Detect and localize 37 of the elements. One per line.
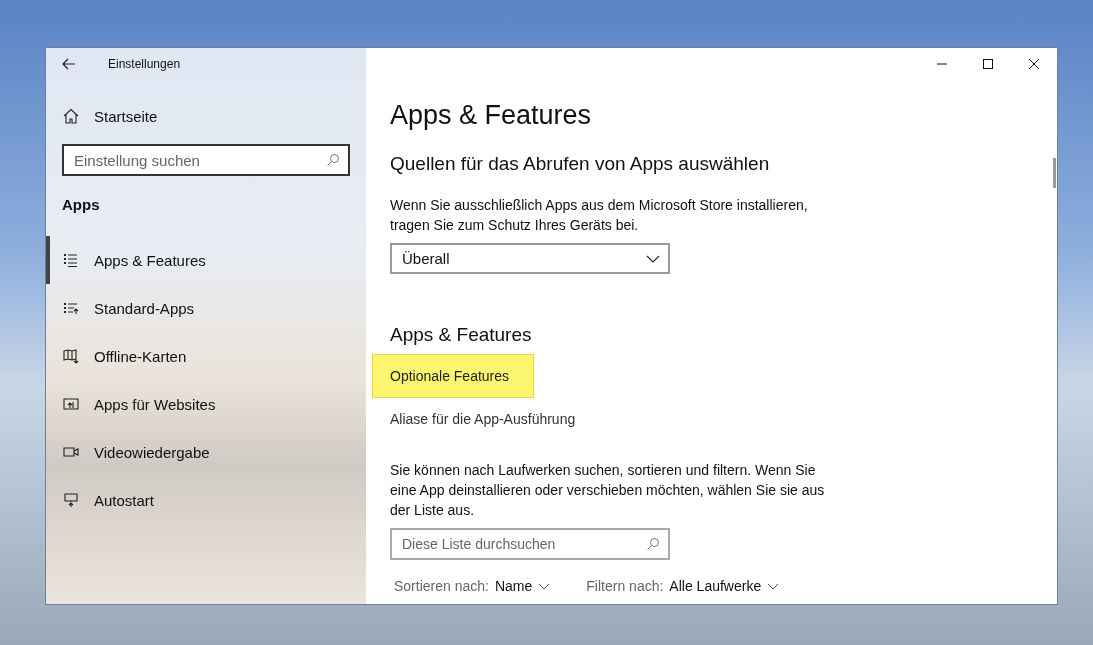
chevron-down-icon [538, 582, 551, 590]
description-text: Wenn Sie ausschließlich Apps aus dem Microsoft Store installieren, tragen Sie zum Schutz Ihres Geräts bei. [390, 196, 809, 235]
back-arrow-icon [62, 58, 76, 70]
page-title: Apps & Features [390, 100, 593, 131]
video-camera-icon [63, 444, 79, 460]
map-icon [63, 348, 79, 364]
sort-filter-dropdown[interactable]: Filtern nach: Alle Laufwerke [582, 574, 784, 598]
maximize-icon [983, 59, 993, 69]
nav-item[interactable]: Apps für Websites [46, 380, 366, 428]
nav-item[interactable]: Apps & Features [46, 236, 366, 284]
scrollbar-thumb[interactable] [1053, 158, 1056, 188]
search-icon [646, 537, 660, 551]
window-title: Einstellungen [108, 57, 181, 71]
search-field[interactable]: Einstellung suchen [62, 144, 350, 176]
settings-link[interactable]: Optionale Features [390, 368, 510, 384]
search-field[interactable]: Diese Liste durchsuchen [390, 528, 670, 560]
home-link[interactable]: Startseite [63, 104, 158, 128]
chevron-down-icon [767, 582, 780, 590]
nav-item[interactable]: Autostart [46, 476, 366, 524]
section-heading: Apps [62, 196, 100, 213]
sort-filter-dropdown[interactable]: Sortieren nach: Name [390, 574, 555, 598]
monitor-arrow-icon [63, 492, 79, 508]
settings-link[interactable]: Aliase für die App-Ausführung [390, 411, 576, 427]
section-heading: Quellen für das Abrufen von Apps auswählen [390, 153, 770, 175]
section-heading: Apps & Features [390, 324, 532, 346]
chevron-down-icon [646, 254, 660, 263]
list-arrow-icon [63, 300, 79, 316]
description-text: Sie können nach Laufwerken suchen, sortieren und filtern. Wenn Sie eine App deinstallieren oder verschieben möchten, wählen Sie sie aus der Liste aus. [390, 461, 826, 520]
source-dropdown[interactable]: Überall [390, 243, 670, 274]
window-arrow-icon [63, 396, 79, 412]
nav-item[interactable]: Standard-Apps [46, 284, 366, 332]
search-icon [326, 153, 340, 167]
list-icon [63, 252, 79, 268]
nav-item[interactable]: Videowiedergabe [46, 428, 366, 476]
nav-item[interactable]: Offline-Karten [46, 332, 366, 380]
close-icon [1029, 59, 1039, 69]
home-icon [63, 108, 79, 124]
